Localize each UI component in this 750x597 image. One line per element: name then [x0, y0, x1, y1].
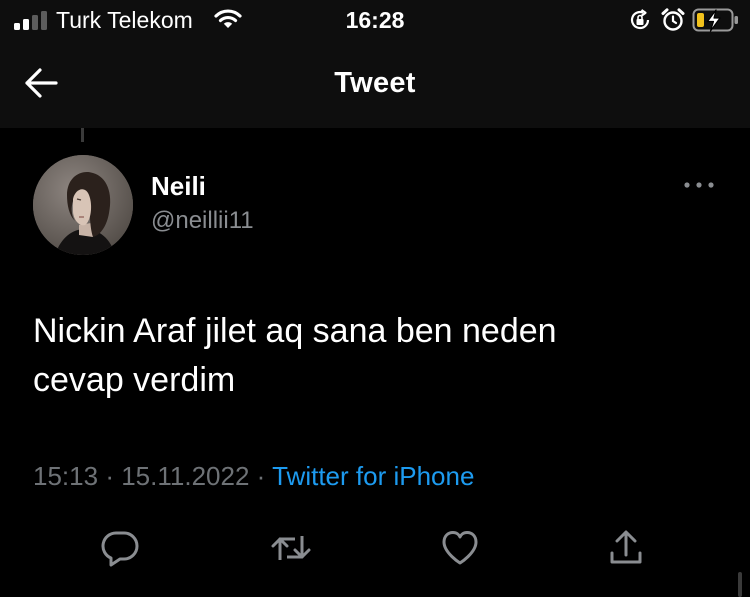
orientation-lock-icon — [630, 9, 650, 30]
navigation-bar: Tweet — [0, 40, 750, 128]
meta-separator: · — [256, 461, 266, 491]
tweet-source-link[interactable]: Twitter for iPhone — [272, 461, 474, 491]
tweet-metadata: 15:13 · 15.11.2022 · Twitter for iPhone — [33, 461, 474, 492]
retweet-icon[interactable] — [270, 529, 312, 567]
tweet-time: 15:13 — [33, 461, 99, 491]
tweet-date: 15.11.2022 — [121, 461, 250, 491]
tweet-text: Nickin Araf jilet aq sana ben neden cevap… — [33, 307, 723, 405]
battery-charging-icon — [692, 8, 738, 32]
more-options-icon[interactable] — [683, 180, 715, 190]
user-handle[interactable]: @neillii11 — [151, 207, 254, 235]
share-icon[interactable] — [606, 529, 646, 567]
tweet-text-line-2: cevap verdim — [33, 361, 236, 399]
display-name[interactable]: Neili — [151, 171, 206, 202]
page-title: Tweet — [334, 67, 416, 99]
reply-icon[interactable] — [100, 529, 140, 567]
thread-connector-line — [81, 128, 84, 142]
scroll-indicator[interactable] — [738, 572, 742, 597]
alarm-icon — [661, 8, 685, 31]
meta-separator: · — [105, 461, 114, 491]
status-bar: Turk Telekom 16:28 — [0, 0, 750, 40]
tweet-text-line-1: Nickin Araf jilet aq sana ben neden — [33, 312, 557, 350]
avatar[interactable] — [33, 155, 133, 255]
like-icon[interactable] — [440, 529, 480, 567]
profile-photo — [33, 155, 133, 255]
